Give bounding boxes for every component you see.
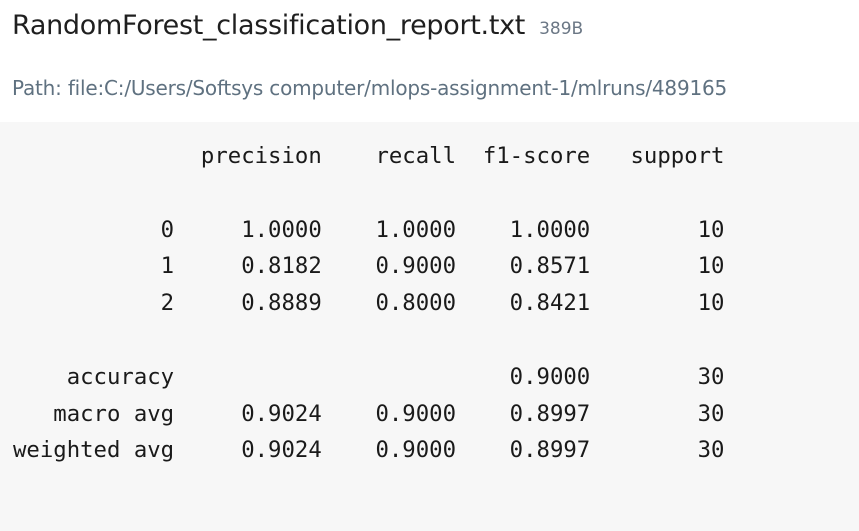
report-line: precision recall f1-score support	[13, 143, 725, 169]
report-line: accuracy 0.9000 30	[13, 363, 725, 390]
file-size: 389B	[539, 19, 584, 39]
report-line: macro avg 0.9024 0.9000 0.8997 30	[13, 400, 725, 427]
report-line: weighted avg 0.9024 0.9000 0.8997 30	[13, 437, 725, 464]
file-name: RandomForest_classification_report.txt	[12, 10, 526, 41]
report-line: 1 0.8182 0.9000 0.8571 10	[13, 253, 725, 280]
report-line: 2 0.8889 0.8000 0.8421 10	[13, 290, 725, 317]
file-path: Path: file:C:/Users/Softsys computer/mlo…	[12, 76, 728, 100]
classification-report-text: precision recall f1-score support 0 1.00…	[13, 138, 724, 469]
file-header: RandomForest_classification_report.txt 3…	[12, 10, 583, 41]
file-content-viewer[interactable]: precision recall f1-score support 0 1.00…	[0, 122, 859, 531]
report-line: 0 1.0000 1.0000 1.0000 10	[13, 216, 725, 243]
